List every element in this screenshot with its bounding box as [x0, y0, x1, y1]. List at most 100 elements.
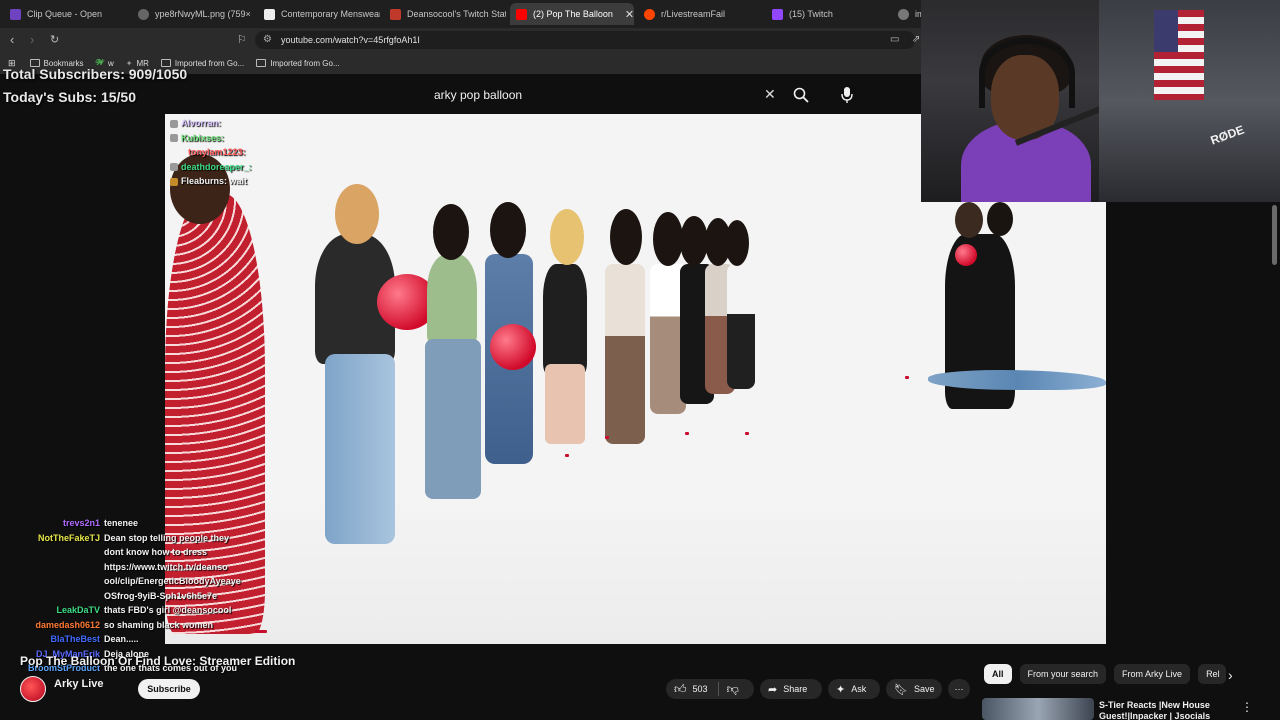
tab-favicon: [264, 8, 275, 20]
channel-name[interactable]: Arky Live: [54, 678, 104, 690]
chat-username: tonylam1223:: [188, 147, 246, 157]
share-page-icon[interactable]: ⇗: [912, 34, 920, 45]
chat-message: wait: [229, 176, 248, 186]
petal: [685, 432, 689, 435]
globe-icon: [898, 8, 909, 20]
ask-button[interactable]: ✦ Ask: [828, 679, 880, 699]
contestant-figure: [727, 264, 755, 389]
site-info-icon[interactable]: ⚙: [263, 34, 272, 45]
cast-icon[interactable]: ▭: [890, 34, 899, 45]
chat-username: LeakDaTV: [56, 605, 100, 615]
reddit-icon: [644, 8, 655, 20]
search-icon[interactable]: [792, 86, 810, 104]
chat-line: Alvorran:: [170, 116, 252, 131]
url-field[interactable]: ⚙ youtube.com/watch?v=45rfgfoAh1I: [255, 31, 915, 49]
url-text: youtube.com/watch?v=45rfgfoAh1I: [281, 35, 420, 45]
total-subscribers-counter: Total Subscribers: 909/1050: [3, 66, 188, 82]
contestant-head: [725, 220, 749, 266]
chat-message: https://www.twitch.tv/deanso: [104, 561, 228, 572]
chat-line: Kubixses:: [170, 131, 252, 146]
save-label: Save: [913, 684, 935, 694]
balloon: [490, 324, 536, 370]
thumbs-up-icon[interactable]: 👍︎: [674, 682, 687, 697]
streamer-webcam-background: [1099, 0, 1280, 202]
chat-badge-icon: [170, 177, 178, 186]
chat-line: damedash0612 so shaming black women: [0, 618, 300, 633]
chat-username: NotTheFakeTJ: [37, 532, 100, 543]
subscribe-button[interactable]: Subscribe: [138, 679, 200, 699]
chip-from-channel[interactable]: From Arky Live: [1114, 664, 1191, 684]
tab-livestreamfail[interactable]: r/LivestreamFail: [638, 3, 762, 25]
tab-label: (15) Twitch: [789, 9, 833, 19]
chat-username: [0, 574, 104, 589]
chip-related[interactable]: Rel: [1198, 664, 1227, 684]
share-icon: ➦: [768, 683, 778, 696]
search-query-text: arky pop balloon: [434, 88, 523, 102]
chat-line: ool/clip/EnergeticBloodyAyeaye: [0, 574, 300, 589]
folder-icon: [256, 59, 267, 67]
ask-label: Ask: [851, 684, 867, 694]
chat-line: tonylam1223:: [170, 145, 252, 160]
chip-all[interactable]: All: [984, 664, 1012, 684]
stream-chat-overlay-bottom: trevs2n1 tenenee NotTheFakeTJ Dean stop te…: [0, 516, 300, 676]
microphone-icon[interactable]: [840, 86, 854, 104]
chat-line: NotTheFakeTJ Dean stop telling people the…: [0, 531, 300, 546]
back-arrow-icon[interactable]: ‹: [10, 32, 14, 47]
contestant-head: [335, 184, 379, 244]
chip-from-your-search[interactable]: From your search: [1019, 664, 1107, 684]
bookmark-save-icon: 🔖︎: [894, 683, 908, 696]
recommendation-title[interactable]: S-Tier Reacts |New House Guest!|Inpacker…: [1099, 700, 1239, 720]
tab-label: r/LivestreamFail: [661, 9, 726, 19]
chat-username: damedash0612: [35, 619, 100, 630]
chat-message: thats FBD's girl @deansocool: [104, 605, 232, 615]
bookmark-folder[interactable]: Imported from Go...: [256, 59, 340, 68]
tab-label: ype8rNwyML.png (759×1: [155, 9, 250, 19]
close-tab-icon[interactable]: ✕: [625, 8, 634, 21]
today-subs-counter: Today's Subs: 15/50: [3, 89, 137, 105]
search-input[interactable]: arky pop balloon: [424, 84, 784, 106]
contestant-head: [490, 202, 526, 258]
chat-badge-icon: [170, 119, 178, 128]
youtube-icon: [516, 8, 527, 20]
chat-badge-icon: [170, 134, 178, 143]
screen: Clip Queue - Open ype8rNwyML.png (759×1 …: [0, 0, 1280, 720]
tab-image[interactable]: ype8rNwyML.png (759×1: [132, 3, 250, 25]
tab-contemporary-menswear[interactable]: Contemporary Menswear: [258, 3, 380, 25]
chat-line: deathdoreaper_:: [170, 160, 252, 175]
host-head: [987, 202, 1013, 236]
chat-message: tenenee: [104, 518, 139, 528]
chat-line: OSfrog-9yiB-Sph1v6h5e7e: [0, 589, 300, 604]
chat-message: Dean stop telling people they: [104, 532, 230, 543]
tab-label: Contemporary Menswear: [281, 9, 380, 19]
tab-favicon: [10, 8, 21, 20]
tab-label: Deansocool's Twitch Stati: [407, 9, 506, 19]
contestant-head: [610, 209, 642, 265]
tab-twitch-stats[interactable]: Deansocool's Twitch Stati: [384, 3, 506, 25]
recommendation-thumbnail[interactable]: [982, 698, 1094, 720]
stream-chat-overlay-top: Alvorran: Kubixses: tonylam1223: deathdo…: [170, 116, 252, 189]
more-actions-button[interactable]: ⋯: [948, 679, 970, 699]
save-button[interactable]: 🔖︎ Save: [886, 679, 942, 699]
chat-username: [0, 560, 104, 575]
more-vertical-icon[interactable]: ⋮: [1241, 700, 1253, 714]
us-flag: [1154, 10, 1204, 100]
scrollbar-thumb[interactable]: [1272, 205, 1277, 265]
like-count[interactable]: 503: [693, 684, 708, 694]
share-button[interactable]: ➦ Share: [760, 679, 822, 699]
thumbs-down-icon[interactable]: 👎︎: [727, 682, 739, 697]
tab-label: (2) Pop The Balloon: [533, 9, 613, 19]
tab-more[interactable]: im: [892, 3, 924, 25]
tab-clip-queue[interactable]: Clip Queue - Open: [4, 3, 124, 25]
tab-pop-the-balloon[interactable]: (2) Pop The Balloon ✕: [510, 3, 634, 25]
bookmark-icon[interactable]: ⚐: [237, 33, 247, 46]
chat-message: Dean.....: [104, 634, 139, 644]
chat-username: [0, 589, 104, 604]
streamer-webcam: [921, 0, 1099, 202]
channel-avatar[interactable]: [20, 676, 46, 702]
tab-twitch[interactable]: (15) Twitch: [766, 3, 888, 25]
reload-icon[interactable]: ↻: [50, 33, 59, 46]
forward-arrow-icon[interactable]: ›: [30, 32, 34, 47]
chat-message: ool/clip/EnergeticBloodyAyeaye: [104, 576, 241, 586]
chevron-right-icon[interactable]: ›: [1228, 667, 1233, 683]
clear-search-icon[interactable]: ✕: [764, 86, 776, 103]
